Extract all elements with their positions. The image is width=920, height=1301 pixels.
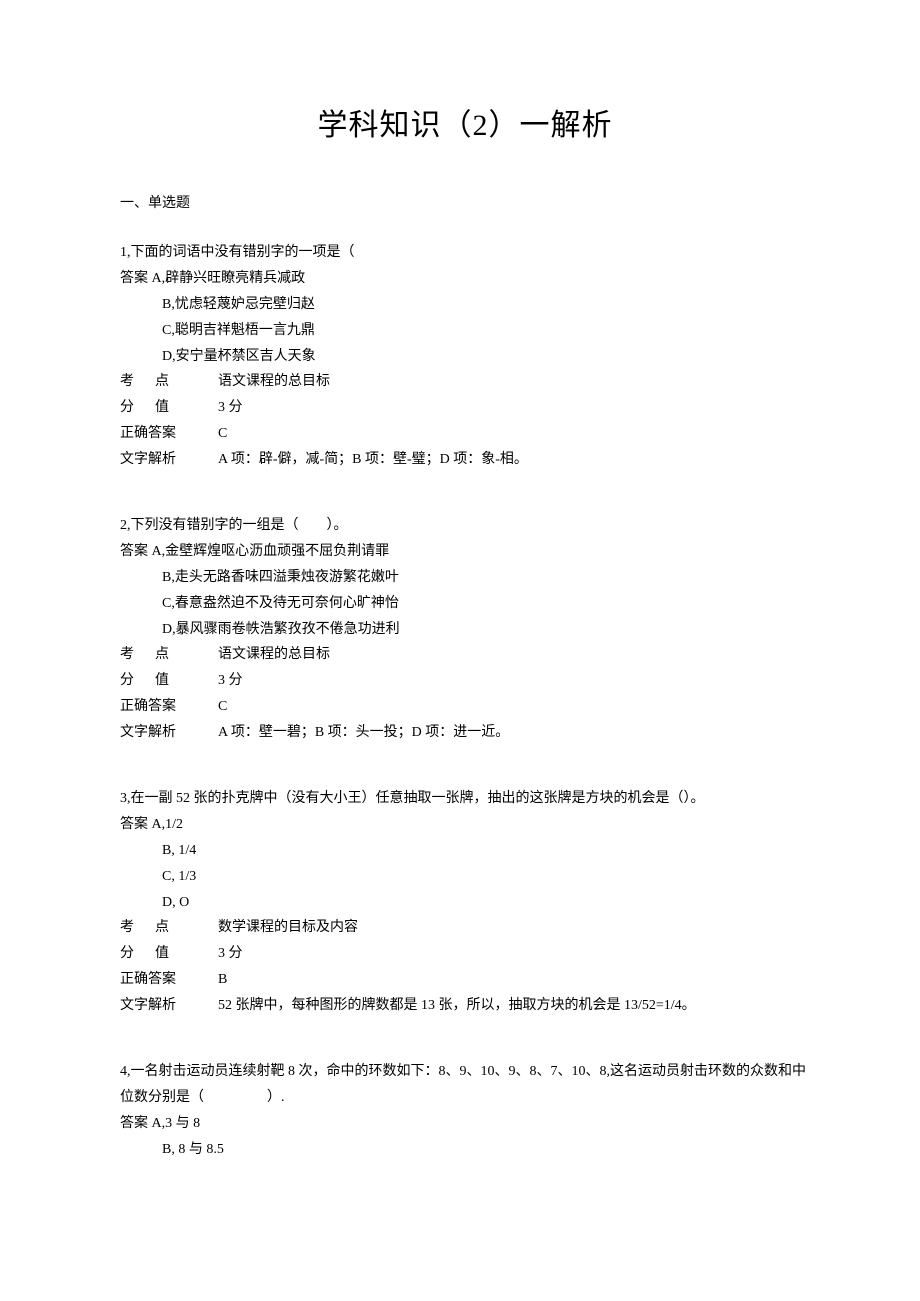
question-block: 3,在一副 52 张的扑克牌中（没有大小王）任意抽取一张牌，抽出的这张牌是方块的… [120,786,810,1019]
meta-analysis: 文字解析A 项：壁一碧；B 项：头一投；D 项：进一近。 [120,720,810,746]
option-d: D,暴风骤雨卷帙浩繁孜孜不倦急功进利 [120,617,810,643]
meta-fenzhi: 分 值3 分 [120,668,810,694]
option-b: B,忧虑轻蔑妒忌完壁归赵 [120,292,810,318]
question-stem: 3,在一副 52 张的扑克牌中（没有大小王）任意抽取一张牌，抽出的这张牌是方块的… [120,786,810,812]
meta-analysis: 文字解析A 项：辟-僻，减-简；B 项：壁-璧；D 项：象-相。 [120,447,810,473]
question-stem: 1,下面的词语中没有错别字的一项是（ [120,240,810,266]
question-block: 2,下列没有错别字的一组是（ ）。 答案 A,金壁辉煌呕心沥血顽强不屈负荆请罪 … [120,513,810,746]
section-header: 一、单选题 [120,192,810,212]
option-b: B,走头无路香味四溢秉烛夜游繁花嫩叶 [120,565,810,591]
option-c: C,春意盎然迫不及待无可奈何心旷神怡 [120,591,810,617]
option-c: C, 1/3 [120,864,810,890]
option-a: 答案 A,3 与 8 [120,1111,810,1137]
meta-analysis: 文字解析52 张牌中，每种图形的牌数都是 13 张，所以，抽取方块的机会是 13… [120,993,810,1019]
question-stem: 4,一名射击运动员连续射靶 8 次，命中的环数如下：8、9、10、9、8、7、1… [120,1059,810,1111]
meta-fenzhi: 分 值3 分 [120,941,810,967]
meta-kaodian: 考 点语文课程的总目标 [120,642,810,668]
option-d: D, O [120,890,810,916]
option-b: B, 1/4 [120,838,810,864]
meta-answer: 正确答案C [120,694,810,720]
question-block: 4,一名射击运动员连续射靶 8 次，命中的环数如下：8、9、10、9、8、7、1… [120,1059,810,1163]
question-stem: 2,下列没有错别字的一组是（ ）。 [120,513,810,539]
meta-kaodian: 考 点语文课程的总目标 [120,369,810,395]
document-title: 学科知识（2）一解析 [120,100,810,144]
option-a: 答案 A,辟静兴旺瞭亮精兵减政 [120,266,810,292]
meta-answer: 正确答案C [120,421,810,447]
option-c: C,聪明吉祥魁梧一言九鼎 [120,318,810,344]
option-d: D,安宁量杯禁区吉人天象 [120,344,810,370]
question-block: 1,下面的词语中没有错别字的一项是（ 答案 A,辟静兴旺瞭亮精兵减政 B,忧虑轻… [120,240,810,473]
document-page: 学科知识（2）一解析 一、单选题 1,下面的词语中没有错别字的一项是（ 答案 A… [0,0,920,1263]
meta-fenzhi: 分 值3 分 [120,395,810,421]
option-b: B, 8 与 8.5 [120,1137,810,1163]
option-a: 答案 A,金壁辉煌呕心沥血顽强不屈负荆请罪 [120,539,810,565]
meta-answer: 正确答案B [120,967,810,993]
option-a: 答案 A,1/2 [120,812,810,838]
meta-kaodian: 考 点数学课程的目标及内容 [120,915,810,941]
